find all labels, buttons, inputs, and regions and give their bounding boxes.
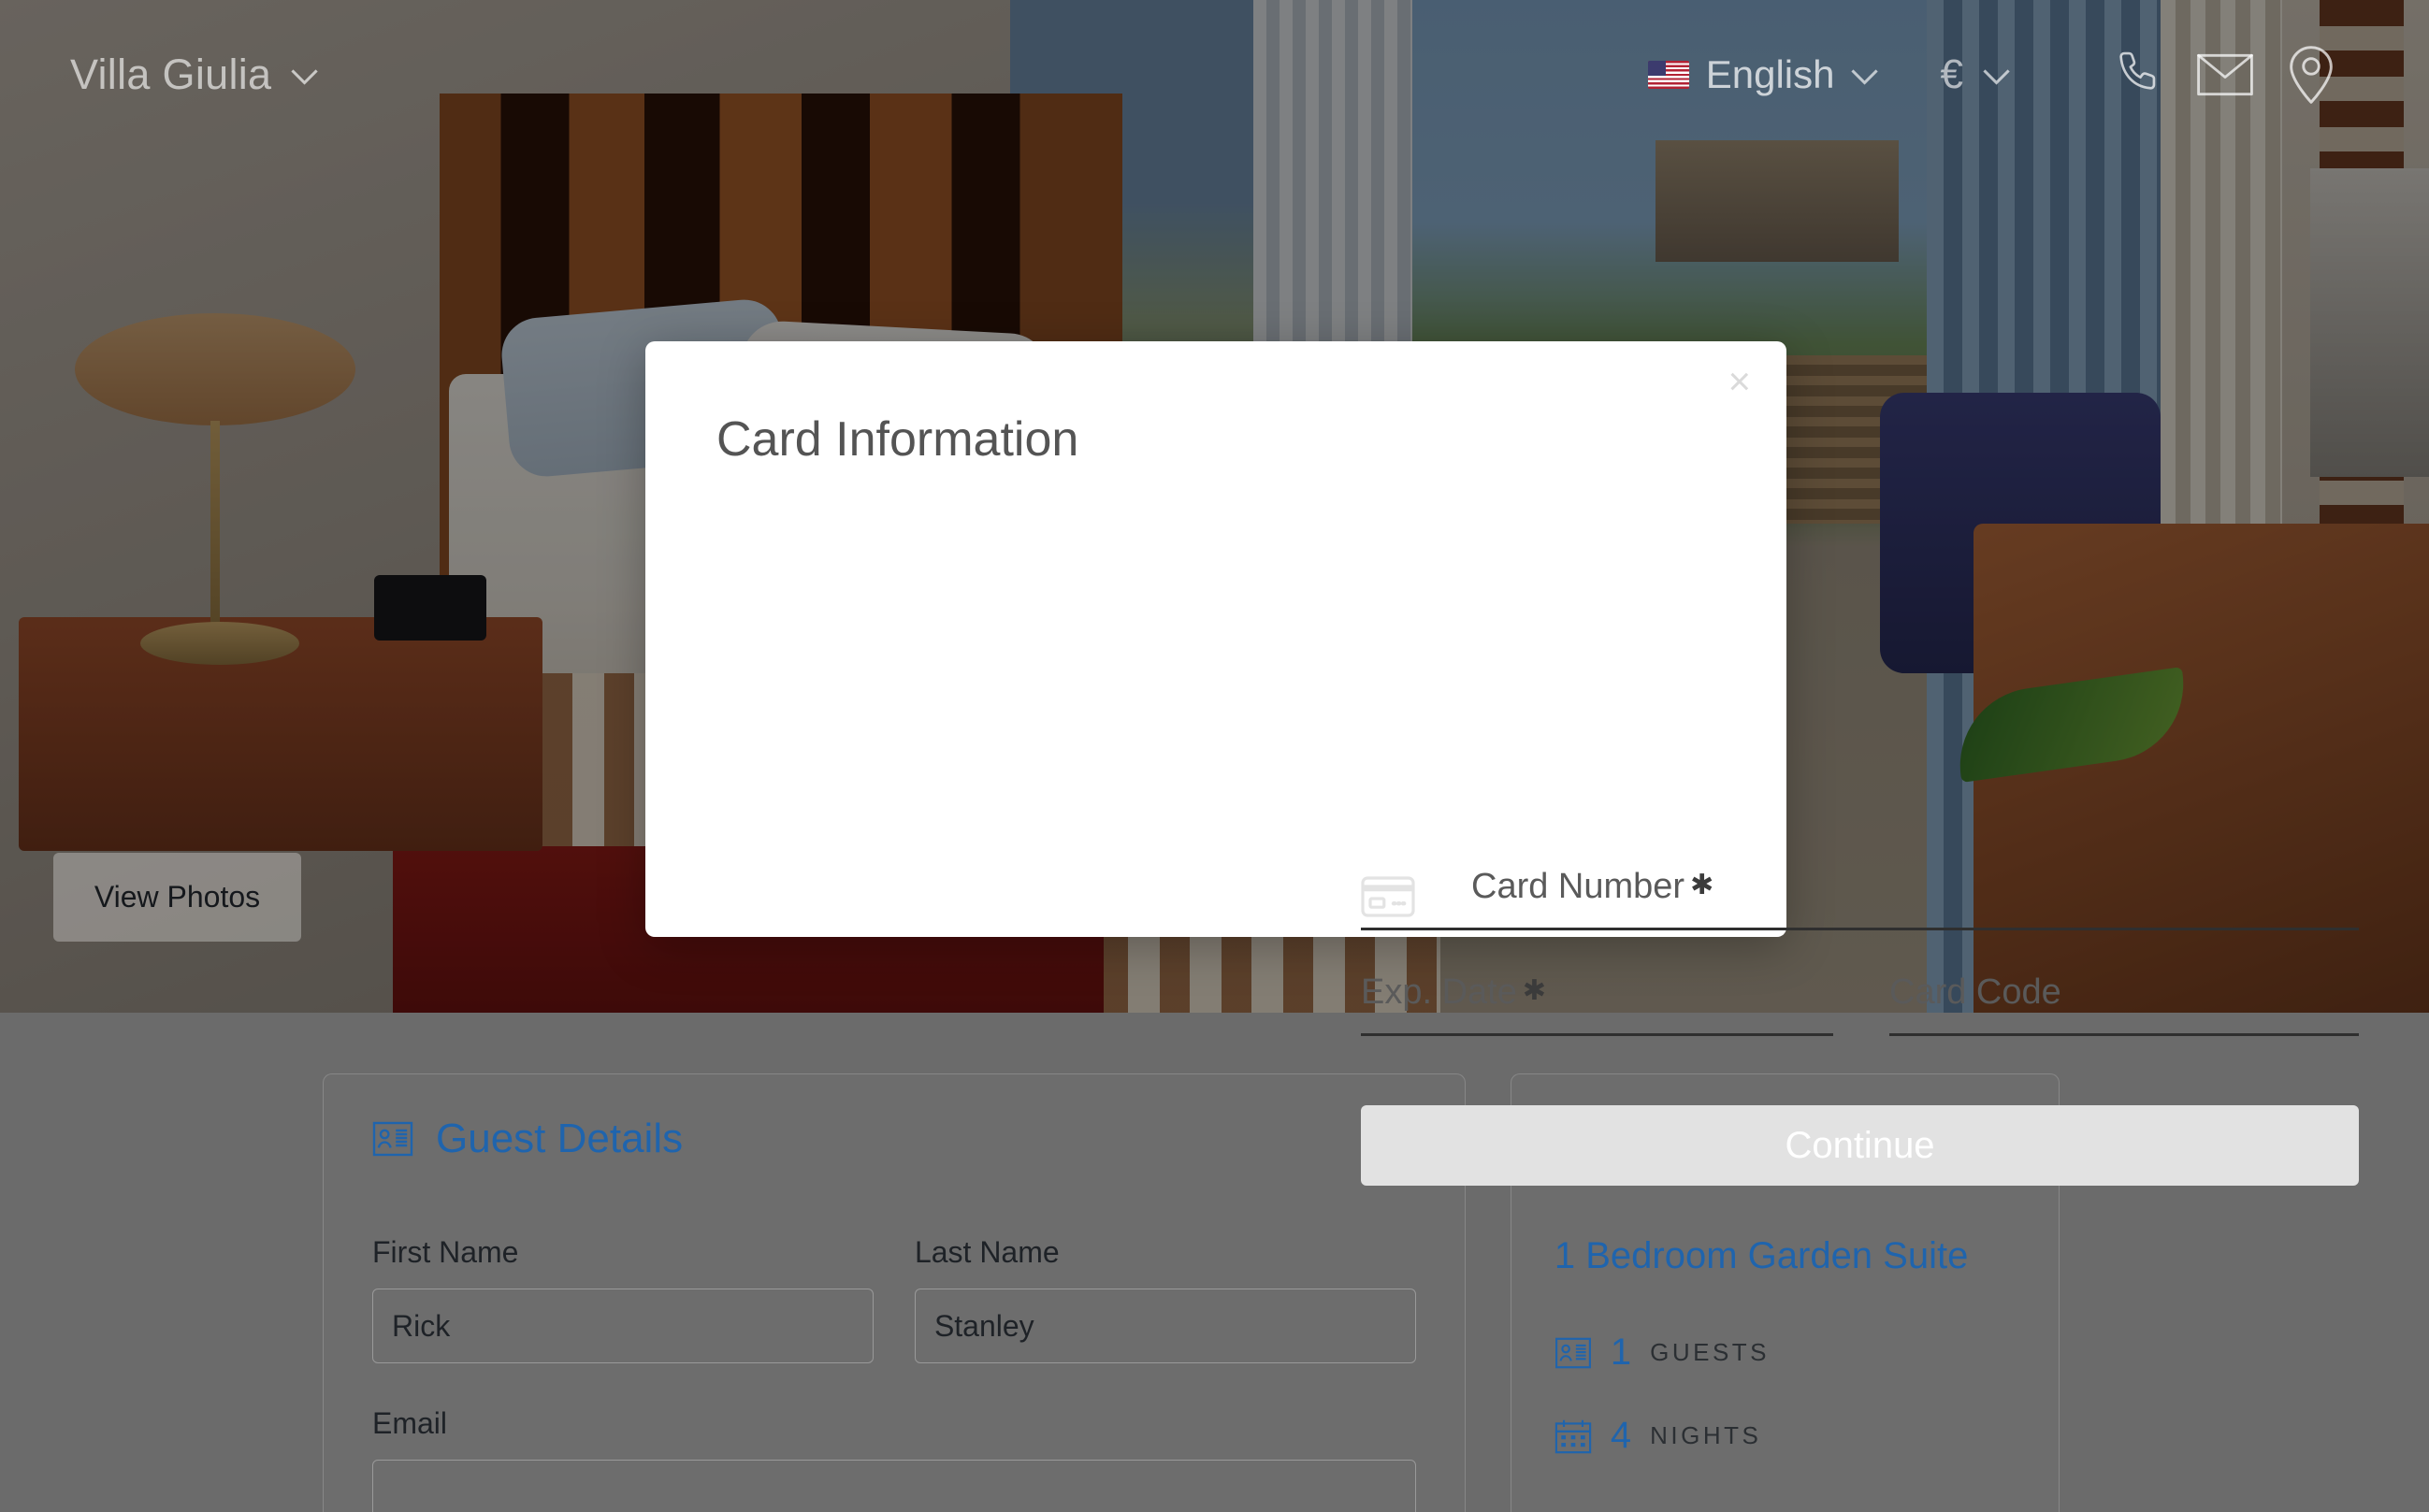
guests-label: GUESTS	[1650, 1338, 1771, 1366]
first-name-input[interactable]	[372, 1289, 874, 1363]
card-number-label: Card Number	[1471, 867, 1685, 906]
guest-details-panel: Guest Details First Name Last Name Email	[323, 1073, 1466, 1512]
first-name-label: First Name	[372, 1235, 519, 1269]
chevron-down-icon	[1850, 58, 1878, 85]
envelope-icon[interactable]	[2182, 41, 2268, 108]
name-fields-row: First Name Last Name	[372, 1235, 1416, 1363]
last-name-label: Last Name	[914, 1235, 1060, 1269]
exp-date-label: Exp. Date	[1361, 972, 1517, 1012]
chevron-down-icon	[291, 58, 319, 85]
language-label: English	[1705, 52, 1835, 96]
phone-icon[interactable]	[2096, 41, 2182, 108]
currency-symbol: €	[1940, 51, 1963, 97]
nav-right-group: English €	[1647, 41, 2429, 108]
us-flag-icon	[1647, 61, 1689, 89]
view-photos-button[interactable]: View Photos	[53, 853, 301, 942]
nights-count: 4	[1610, 1415, 1632, 1456]
last-name-input[interactable]	[914, 1289, 1416, 1363]
contact-card-icon	[1554, 1337, 1591, 1368]
language-selector[interactable]: English	[1647, 52, 1878, 97]
page-root: Villa Giulia English € View Photos Guest…	[0, 0, 2429, 1512]
contact-card-icon	[372, 1121, 413, 1157]
card-code-field[interactable]: Card Code	[1889, 972, 2359, 1036]
currency-selector[interactable]: €	[1940, 51, 2010, 97]
card-number-required-mark: ✱	[1690, 870, 1714, 900]
last-name-field-group: Last Name	[914, 1235, 1416, 1363]
first-name-field-group: First Name	[372, 1235, 874, 1363]
brand-selector[interactable]: Villa Giulia	[70, 50, 319, 99]
continue-button[interactable]: Continue	[1361, 1105, 2359, 1186]
calendar-icon	[1554, 1419, 1592, 1453]
content-row: Guest Details First Name Last Name Email	[0, 1013, 2429, 1512]
chevron-down-icon	[1983, 58, 2010, 85]
email-label: Email	[372, 1406, 448, 1440]
email-field-group: Email	[372, 1406, 1416, 1512]
location-pin-icon[interactable]	[2268, 41, 2354, 108]
exp-date-required-mark: ✱	[1522, 975, 1547, 1006]
card-information-modal: × Card Information Card Number ✱ Exp. Dat…	[645, 341, 2359, 1186]
guests-stat-row: 1 GUESTS	[1554, 1332, 2016, 1374]
brand-name: Villa Giulia	[70, 50, 272, 98]
guest-details-title: Guest Details	[436, 1116, 684, 1161]
exp-date-field[interactable]: Exp. Date ✱	[1361, 972, 1833, 1036]
nights-stat-row: 4 NIGHTS	[1554, 1415, 2016, 1457]
modal-title: Card Information	[716, 412, 1079, 467]
room-name[interactable]: 1 Bedroom Garden Suite	[1554, 1235, 2016, 1277]
card-number-field[interactable]: Card Number ✱	[1361, 867, 2359, 930]
top-navigation-bar: Villa Giulia English €	[0, 0, 2429, 150]
card-code-label: Card Code	[1889, 972, 2061, 1012]
email-input[interactable]	[372, 1460, 1416, 1512]
lower-content-area: Guest Details First Name Last Name Email	[0, 1013, 2429, 1512]
nights-label: NIGHTS	[1650, 1421, 1762, 1449]
guest-details-header: Guest Details	[372, 1116, 1416, 1162]
guests-count: 1	[1610, 1332, 1632, 1373]
close-icon[interactable]: ×	[1728, 362, 1751, 401]
